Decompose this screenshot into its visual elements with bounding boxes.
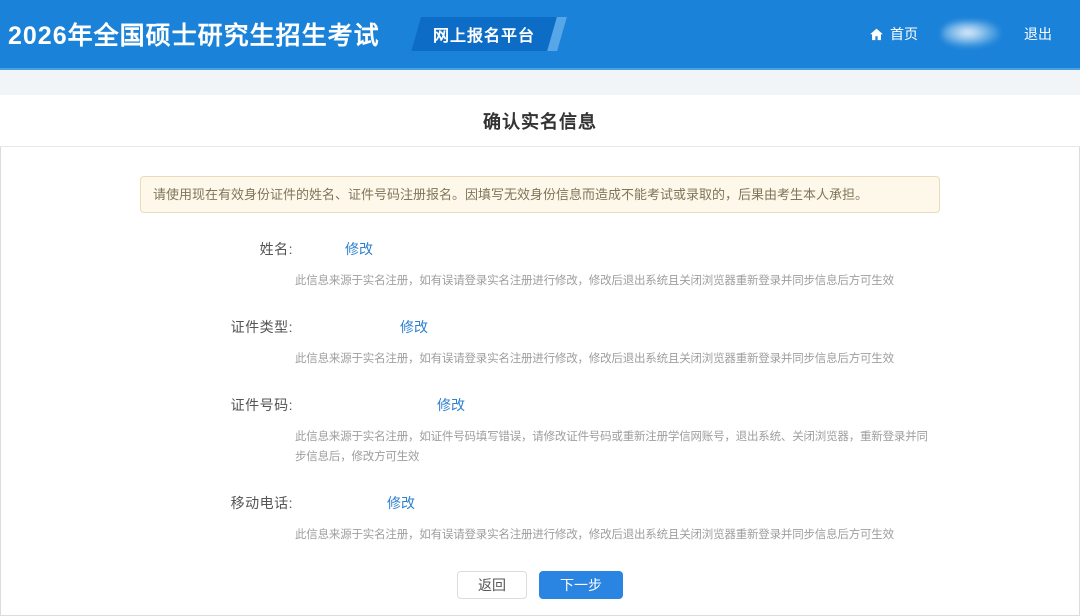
mobile-phone-help-text: 此信息来源于实名注册，如有误请登录实名注册进行修改，修改后退出系统且关闭浏览器重… — [295, 525, 930, 545]
platform-badge-label: 网上报名平台 — [433, 22, 535, 46]
name-help-text: 此信息来源于实名注册，如有误请登录实名注册进行修改，修改后退出系统且关闭浏览器重… — [295, 271, 930, 291]
header-nav: 首页 退出 — [869, 21, 1052, 47]
platform-badge: 网上报名平台 — [411, 17, 567, 51]
realname-form: 姓名: 修改 此信息来源于实名注册，如有误请登录实名注册进行修改，修改后退出系统… — [140, 239, 940, 545]
app-header: 2026年全国硕士研究生招生考试 网上报名平台 首页 退出 — [0, 0, 1080, 70]
form-row-id-type: 证件类型: 修改 此信息来源于实名注册，如有误请登录实名注册进行修改，修改后退出… — [140, 317, 940, 369]
nav-logout-link[interactable]: 退出 — [1024, 24, 1052, 44]
nav-logout-label: 退出 — [1024, 24, 1052, 44]
mobile-phone-value-hidden — [295, 495, 387, 511]
form-row-name: 姓名: 修改 此信息来源于实名注册，如有误请登录实名注册进行修改，修改后退出系统… — [140, 239, 940, 291]
id-type-modify-link[interactable]: 修改 — [400, 317, 428, 337]
mobile-phone-modify-link[interactable]: 修改 — [387, 493, 415, 513]
exam-title: 2026年全国硕士研究生招生考试 — [8, 16, 380, 52]
id-type-value-hidden — [295, 319, 400, 335]
form-actions: 返回 下一步 — [140, 571, 940, 599]
name-value-hidden — [295, 241, 345, 257]
nav-home-link[interactable]: 首页 — [869, 24, 918, 44]
notice-banner: 请使用现在有效身份证件的姓名、证件号码注册报名。因填写无效身份信息而造成不能考试… — [140, 176, 940, 213]
main-content: 请使用现在有效身份证件的姓名、证件号码注册报名。因填写无效身份信息而造成不能考试… — [140, 176, 940, 599]
header-sub-band — [0, 70, 1080, 95]
form-row-id-number: 证件号码: 修改 此信息来源于实名注册，如证件号码填写错误，请修改证件号码或重新… — [140, 395, 940, 467]
username-blurred[interactable] — [942, 21, 1000, 47]
page-title-band: 确认实名信息 — [0, 95, 1080, 147]
id-number-value-hidden — [295, 397, 437, 413]
nav-home-label: 首页 — [890, 24, 918, 44]
back-button[interactable]: 返回 — [457, 571, 527, 599]
name-modify-link[interactable]: 修改 — [345, 239, 373, 259]
form-row-mobile-phone: 移动电话: 修改 此信息来源于实名注册，如有误请登录实名注册进行修改，修改后退出… — [140, 493, 940, 545]
id-number-modify-link[interactable]: 修改 — [437, 395, 465, 415]
mobile-phone-label: 移动电话: — [140, 493, 295, 513]
id-type-label: 证件类型: — [140, 317, 295, 337]
id-number-help-text: 此信息来源于实名注册，如证件号码填写错误，请修改证件号码或重新注册学信网账号，退… — [295, 427, 930, 467]
notice-text: 请使用现在有效身份证件的姓名、证件号码注册报名。因填写无效身份信息而造成不能考试… — [153, 187, 868, 202]
home-icon — [869, 27, 884, 42]
page-title: 确认实名信息 — [483, 108, 597, 134]
id-number-label: 证件号码: — [140, 395, 295, 415]
name-label: 姓名: — [140, 239, 295, 259]
next-button[interactable]: 下一步 — [539, 571, 623, 599]
id-type-help-text: 此信息来源于实名注册，如有误请登录实名注册进行修改，修改后退出系统且关闭浏览器重… — [295, 349, 930, 369]
